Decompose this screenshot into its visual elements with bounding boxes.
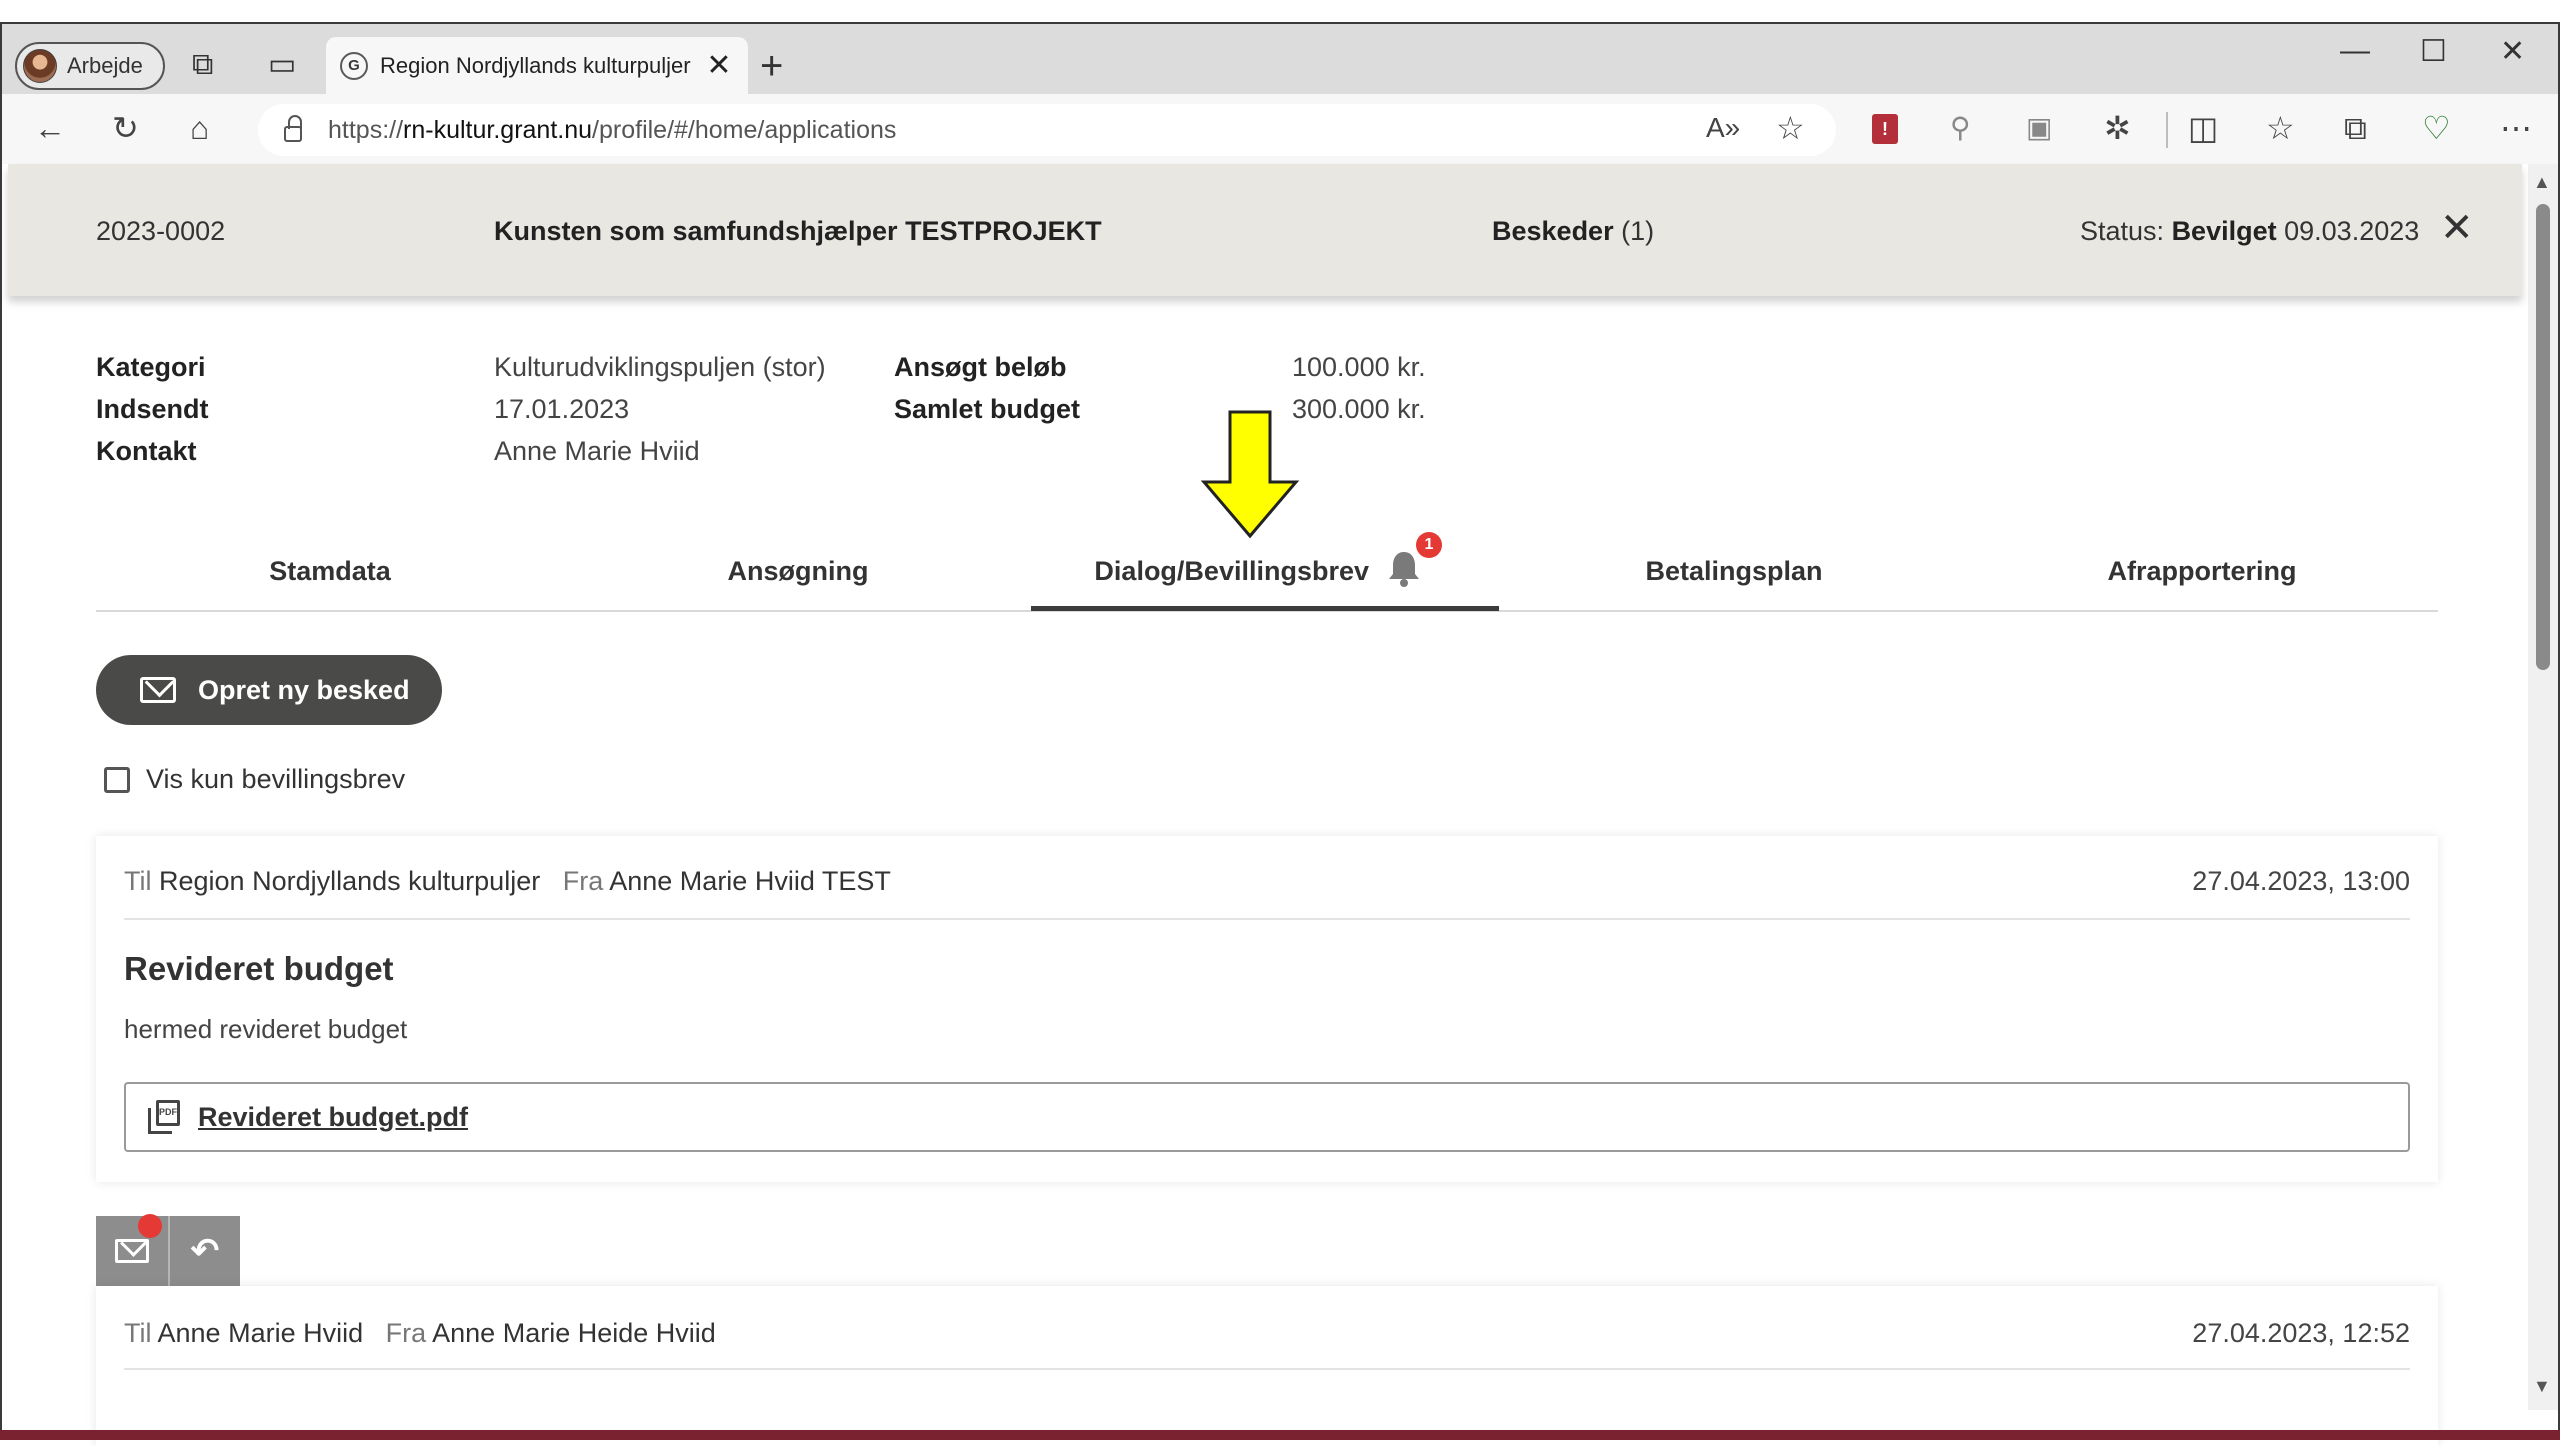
status-value: Bevilget xyxy=(2171,216,2277,246)
back-arrow-icon[interactable]: ← xyxy=(34,112,66,144)
envelope-icon xyxy=(115,1239,149,1263)
message-card: Til Region Nordjyllands kulturpuljer Fra… xyxy=(96,836,2438,1182)
kategori-label: Kategori xyxy=(96,352,206,382)
envelope-icon xyxy=(140,677,176,703)
extension-tool-icon[interactable]: ⚲ xyxy=(1950,114,1971,142)
taskbar-strip xyxy=(0,1430,2560,1440)
messages-link[interactable]: Beskeder (1) xyxy=(1492,216,1654,247)
browser-essentials-icon[interactable]: ♡ xyxy=(2422,112,2451,144)
filter-checkbox-label[interactable]: Vis kun bevillingsbrev xyxy=(146,764,405,795)
vertical-tabs-icon[interactable]: ▭ xyxy=(268,50,296,80)
filter-row: Vis kun bevillingsbrev xyxy=(104,764,405,795)
scroll-up-icon[interactable]: ▲ xyxy=(2533,172,2551,193)
extensions-puzzle-icon[interactable]: ✲ xyxy=(2104,112,2131,144)
from-prefix: Fra xyxy=(385,1318,427,1348)
filter-checkbox[interactable] xyxy=(104,766,130,793)
reply-button[interactable]: ↶ xyxy=(168,1216,240,1286)
message-recipient: Region Nordjyllands kulturpuljer xyxy=(159,866,541,896)
message-subject: Revideret budget xyxy=(124,950,394,987)
case-number: 2023-0002 xyxy=(96,216,226,246)
to-prefix: Til xyxy=(124,866,152,896)
messages-label: Beskeder xyxy=(1492,216,1614,246)
pdf-file-icon: PDF xyxy=(148,1100,180,1134)
new-tab-button[interactable]: + xyxy=(760,44,783,89)
message-action-bar: ↶ xyxy=(96,1214,240,1286)
extension-box-icon[interactable]: ▣ xyxy=(2026,114,2052,142)
extension-red-icon[interactable]: ! xyxy=(1872,114,1898,144)
message-sender: Anne Marie Heide Hviid xyxy=(432,1318,716,1348)
mark-unread-button[interactable] xyxy=(96,1214,168,1286)
tab-close-icon[interactable]: ✕ xyxy=(704,48,734,83)
messages-count: (1) xyxy=(1621,216,1655,246)
message-divider xyxy=(124,918,2410,920)
address-bar[interactable]: https://rn-kultur.grant.nu/profile/#/hom… xyxy=(258,104,1836,156)
new-message-button[interactable]: Opret ny besked xyxy=(96,655,442,725)
reply-icon: ↶ xyxy=(190,1232,220,1270)
window-maximize-button[interactable]: ☐ xyxy=(2420,34,2447,69)
kategori-value: Kulturudviklingspuljen (stor) xyxy=(494,352,826,382)
tab-afrapportering[interactable]: Afrapportering xyxy=(1968,556,2436,587)
status-block: Status: Bevilget 09.03.2023 xyxy=(2080,216,2419,247)
notification-badge: 1 xyxy=(1416,532,1442,558)
lock-icon xyxy=(284,115,302,142)
status-date: 09.03.2023 xyxy=(2284,216,2420,246)
tab-betalingsplan[interactable]: Betalingsplan xyxy=(1500,556,1968,587)
tab-stamdata[interactable]: Stamdata xyxy=(96,556,564,587)
kontakt-label: Kontakt xyxy=(96,436,197,466)
profile-button[interactable]: Arbejde xyxy=(15,42,165,90)
message-date: 27.04.2023, 13:00 xyxy=(2192,866,2410,896)
from-prefix: Fra xyxy=(562,866,604,896)
project-title: Kunsten som samfundshjælper TESTPROJEKT xyxy=(494,216,1102,246)
message-meta: Til Region Nordjyllands kulturpuljer Fra… xyxy=(124,866,891,897)
url-scheme: https:// xyxy=(328,115,404,144)
split-screen-icon[interactable]: ◫ xyxy=(2188,112,2218,144)
ansogt-label: Ansøgt beløb xyxy=(894,352,1067,382)
attachment-filename[interactable]: Revideret budget.pdf xyxy=(198,1102,468,1133)
budget-label: Samlet budget xyxy=(894,394,1081,424)
toolbar-separator xyxy=(2166,112,2168,148)
scrollbar-thumb[interactable] xyxy=(2536,204,2550,670)
workspaces-icon[interactable]: ⧉ xyxy=(192,50,213,80)
home-icon[interactable]: ⌂ xyxy=(190,112,209,144)
screen-top-gap xyxy=(0,0,2560,22)
tab-ansogning[interactable]: Ansøgning xyxy=(564,556,1032,587)
budget-value: 300.000 kr. xyxy=(1292,394,1426,424)
kontakt-value: Anne Marie Hviid xyxy=(494,436,700,466)
window-close-button[interactable]: ✕ xyxy=(2500,34,2525,69)
attachment-link[interactable]: PDF Revideret budget.pdf xyxy=(124,1082,2410,1152)
more-menu-icon[interactable]: ⋯ xyxy=(2500,112,2532,144)
message-recipient: Anne Marie Hviid xyxy=(157,1318,364,1348)
message-body: hermed revideret budget xyxy=(124,1014,408,1044)
close-icon[interactable]: ✕ xyxy=(2440,208,2474,248)
profile-avatar xyxy=(23,49,57,83)
profile-label: Arbejde xyxy=(67,53,143,78)
status-label: Status: xyxy=(2080,216,2165,246)
message-sender: Anne Marie Hviid TEST xyxy=(609,866,891,896)
tab-favicon-icon: G xyxy=(340,51,368,80)
message-date: 27.04.2023, 12:52 xyxy=(2192,1318,2410,1348)
new-message-label: Opret ny besked xyxy=(198,674,410,705)
read-aloud-icon[interactable]: A» xyxy=(1706,114,1740,142)
indsendt-label: Indsendt xyxy=(96,394,209,424)
bell-icon xyxy=(1389,552,1419,587)
reload-icon[interactable]: ↻ xyxy=(112,112,139,144)
unread-dot xyxy=(138,1214,162,1238)
favorite-star-icon[interactable]: ☆ xyxy=(1776,112,1805,144)
window-minimize-button[interactable]: — xyxy=(2340,34,2370,68)
message-card: Til Anne Marie Hviid Fra Anne Marie Heid… xyxy=(96,1286,2438,1446)
collections-icon[interactable]: ⧉ xyxy=(2344,112,2367,144)
indsendt-value: 17.01.2023 xyxy=(494,394,630,424)
active-tab-indicator xyxy=(1031,606,1499,611)
scroll-down-icon[interactable]: ▼ xyxy=(2533,1376,2551,1397)
to-prefix: Til xyxy=(124,1318,152,1348)
message-divider xyxy=(124,1368,2410,1370)
ansogt-value: 100.000 kr. xyxy=(1292,352,1426,382)
message-meta: Til Anne Marie Hviid Fra Anne Marie Heid… xyxy=(124,1318,716,1349)
browser-tab-active[interactable]: G Region Nordjyllands kulturpuljer ✕ xyxy=(326,37,748,94)
favorites-icon[interactable]: ☆ xyxy=(2266,112,2295,144)
url-host: rn-kultur.grant.nu xyxy=(403,115,593,144)
annotation-arrow-icon xyxy=(1200,410,1300,539)
url-path: /profile/#/home/applications xyxy=(592,115,897,144)
tab-title: Region Nordjyllands kulturpuljer xyxy=(380,52,691,78)
